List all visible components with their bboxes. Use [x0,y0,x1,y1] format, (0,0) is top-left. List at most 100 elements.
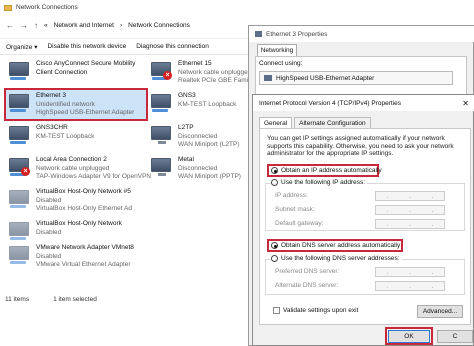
connection-item-gns3chr[interactable]: GNS3CHR KM-TEST Loopback [8,124,94,156]
address-bar[interactable]: ← → ↑ « Network and Internet › Network C… [0,16,250,34]
connection-item-cisco[interactable]: Cisco AnyConnect Secure Mobility Client C… [8,60,135,92]
connection-item-virtualbox-5[interactable]: VirtualBox Host-Only Network #5 Disabled V… [8,188,132,220]
radio-selected-icon [271,167,278,174]
connection-name: GNS3CHR [36,124,68,131]
connection-item-vmnet8[interactable]: VMware Network Adapter VMnet8 Disabled VMw… [8,244,134,276]
use-ip-radio[interactable]: Use the following IP address: [271,179,368,186]
connection-item-ethernet-3[interactable]: Ethernet 3 Unidentified network HighSpeed … [8,92,134,124]
obtain-ip-label: Obtain an IP address automatically [281,167,382,174]
default-gateway-label: Default gateway: [275,220,324,227]
network-adapter-disabled-icon [8,220,32,242]
connection-name: L2TP [178,124,194,131]
ipv4-titlebar: Internet Protocol Version 4 (TCP/IPv4) P… [253,95,474,111]
wan-miniport-icon [150,124,174,146]
close-icon[interactable]: ✕ [462,99,469,108]
use-dns-label: Use the following DNS server addresses: [281,255,400,262]
diagnose-button[interactable]: Diagnose this connection [136,43,209,50]
connection-device: TAP-Windows Adapter V9 for OpenVPN [36,173,152,181]
item-count: 11 items [5,295,30,303]
connection-name: VirtualBox Host-Only Network #5 [36,188,131,195]
dialog-title: Ethernet 3 Properties [266,30,328,38]
organize-label: Organize [6,43,33,51]
network-adapter-disabled-icon [8,244,32,266]
connection-name: Ethernet 3 [36,92,66,99]
advanced-button[interactable]: Advanced... [417,305,463,318]
network-adapter-disabled-icon [8,188,32,210]
wan-miniport-icon [150,156,174,178]
adapter-name: HighSpeed USB-Ethernet Adapter [276,74,375,82]
connection-name: GNS3 [178,92,196,99]
connection-status: KM-TEST Loopback [36,132,95,140]
network-folder-icon [4,4,12,11]
connection-status: Disconnected [178,164,218,172]
checkbox-icon [273,307,280,314]
connection-status: Disabled [36,252,62,260]
preferred-dns-label: Preferred DNS server: [275,268,340,275]
breadcrumb-network-connections[interactable]: Network Connections [128,22,190,29]
cancel-button[interactable]: C [437,330,473,343]
radio-unselected-icon [271,255,278,262]
obtain-ip-auto-radio[interactable]: Obtain an IP address automatically [271,167,382,174]
connection-item-metal[interactable]: Metal Disconnected WAN Miniport (PPTP) [150,156,241,188]
connection-device: WAN Miniport (PPTP) [178,173,241,181]
network-adapter-disconnected-icon: × [150,60,174,82]
breadcrumb-network-internet[interactable]: Network and Internet [54,22,114,29]
connection-device: HighSpeed USB-Ethernet Adapter [36,109,135,117]
tab-networking[interactable]: Networking [257,44,297,56]
validate-settings-checkbox[interactable]: Validate settings upon exit [273,307,358,314]
default-gateway-field: ... [375,219,445,229]
network-adapter-small-icon [264,75,272,81]
selected-count: 1 item selected [53,295,97,303]
connection-status: Unidentified network [36,100,95,108]
up-arrow-icon[interactable]: ↑ [34,21,38,30]
status-bar: 11 items 1 item selected [0,292,250,306]
connection-name: VirtualBox Host-Only Network [36,220,122,227]
subnet-mask-label: Subnet mask: [275,206,315,213]
connect-using-label: Connect using: [259,60,303,67]
back-arrow-icon[interactable]: ← [6,21,14,30]
connection-item-l2tp[interactable]: L2TP Disconnected WAN Miniport (L2TP) [150,124,240,156]
connection-device: WAN Miniport (L2TP) [178,141,240,149]
alternate-dns-label: Alternate DNS server: [275,282,339,289]
network-adapter-icon [150,92,174,114]
ethernet-properties-titlebar: Ethernet 3 Properties [249,26,474,42]
preferred-dns-field: ... [375,267,445,277]
ip-address-field: ... [375,191,445,201]
connection-status: KM-TEST Loopback [178,100,237,108]
ip-description: You can get IP settings assigned automat… [267,135,454,158]
chevron-down-icon: ▾ [34,43,38,51]
organize-menu[interactable]: Organize ▾ [6,43,37,51]
breadcrumb-overflow[interactable]: « [44,22,48,29]
connection-name: Local Area Connection 2 [36,156,107,163]
connection-status: Network cable unplugged [36,164,110,172]
breadcrumb-separator: › [119,21,123,29]
ipv4-properties-dialog: Internet Protocol Version 4 (TCP/IPv4) P… [252,94,474,346]
connection-item-gns3[interactable]: GNS3 KM-TEST Loopback [150,92,236,124]
alternate-dns-field: ... [375,281,445,291]
connection-name: VMware Network Adapter VMnet8 [36,244,134,251]
connection-status: Disabled [36,228,62,236]
radio-unselected-icon [271,179,278,186]
command-bar: Organize ▾ Disable this network device D… [0,38,250,55]
ip-address-label: IP address: [275,192,308,199]
adapter-field: HighSpeed USB-Ethernet Adapter [259,71,453,85]
title-bar: Network Connections [0,0,474,15]
obtain-dns-label: Obtain DNS server address automatically [281,242,401,249]
window-title: Network Connections [16,4,78,11]
connection-item-local-area-2[interactable]: × Local Area Connection 2 Network cable u… [8,156,151,188]
use-ip-label: Use the following IP address: [281,179,366,186]
forward-arrow-icon[interactable]: → [20,21,28,30]
dialog-title: Internet Protocol Version 4 (TCP/IPv4) P… [259,99,401,107]
disable-device-button[interactable]: Disable this network device [47,43,126,50]
connection-status: Client Connection [36,68,88,76]
connection-name: Metal [178,156,194,163]
obtain-dns-auto-radio[interactable]: Obtain DNS server address automatically [271,242,400,249]
network-adapter-icon [8,92,32,114]
use-dns-radio[interactable]: Use the following DNS server addresses: [271,255,402,262]
network-adapter-disconnected-icon: × [8,156,32,178]
connection-status: Disabled [36,196,62,204]
subnet-mask-field: ... [375,205,445,215]
ok-button[interactable]: OK [388,330,430,343]
connection-name: Cisco AnyConnect Secure Mobility [36,60,136,67]
radio-selected-icon [271,242,278,249]
